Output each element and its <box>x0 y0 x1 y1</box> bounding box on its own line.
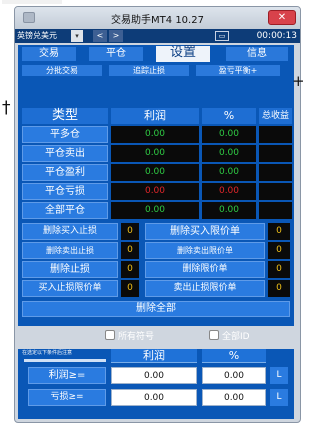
lower-header-percent: % <box>202 349 266 363</box>
close-losing-button[interactable]: 平仓亏损 <box>22 183 108 200</box>
symbol-select[interactable]: 英镑兑美元 <box>15 30 69 42</box>
loss-percent-input[interactable]: 0.00 <box>202 389 266 406</box>
buy-stop-limit-button[interactable]: 买入止损限价单 <box>22 280 118 297</box>
loss-l-button[interactable]: L <box>270 389 288 406</box>
tab-close[interactable]: 平仓 <box>89 47 143 61</box>
lower-header-profit: 利润 <box>111 349 197 363</box>
all-id-label: 全部ID <box>222 332 250 342</box>
delete-all-button[interactable]: 删除全部 <box>22 301 290 317</box>
profit-l-button[interactable]: L <box>270 367 288 384</box>
all-symbols-checkbox[interactable] <box>105 330 115 340</box>
close-profitable-total <box>259 164 292 181</box>
trading-assistant-window: 交易助手MT4 10.27 ✕ 英镑兑美元 ▾ < > ▭ 00:00:13 交… <box>14 6 301 423</box>
delete-buy-stop-button[interactable]: 删除买入止损 <box>22 223 118 240</box>
close-profitable-button[interactable]: 平仓盈利 <box>22 164 108 181</box>
delete-sell-limit-button[interactable]: 删除卖出限价单 <box>145 242 265 259</box>
subtab-trailing-stop[interactable]: 追踪止损 <box>109 65 189 76</box>
subtab-breakeven[interactable]: 盈亏平衡+ <box>196 65 280 76</box>
close-long-total <box>259 126 292 143</box>
folder-icon[interactable]: ▭ <box>215 31 229 41</box>
tab-settings[interactable]: 设置 <box>156 46 210 62</box>
prev-button[interactable]: < <box>93 30 107 42</box>
dagger-marker: † <box>2 98 11 118</box>
all-id-checkbox[interactable] <box>209 330 219 340</box>
close-losing-total <box>259 183 292 200</box>
sell-stop-limit-button[interactable]: 卖出止损限价单 <box>145 280 265 297</box>
close-sell-percent: 0.00 <box>202 145 256 162</box>
next-button[interactable]: > <box>109 30 123 42</box>
delete-sell-stop-button[interactable]: 删除卖出止损 <box>22 242 118 259</box>
chevron-down-icon[interactable]: ▾ <box>71 30 83 42</box>
subtab-batch-trade[interactable]: 分批交易 <box>22 65 102 76</box>
close-sell-button[interactable]: 平仓卖出 <box>22 145 108 162</box>
close-button[interactable]: ✕ <box>268 10 296 25</box>
close-all-percent: 0.00 <box>202 202 256 219</box>
delete-buy-limit-button[interactable]: 删除买入限价单 <box>145 223 265 240</box>
header-profit: 利润 <box>111 108 199 124</box>
delete-stop-button[interactable]: 删除止损 <box>22 261 118 278</box>
loss-threshold-input[interactable]: 0.00 <box>111 389 197 406</box>
profit-threshold-input[interactable]: 0.00 <box>111 367 197 384</box>
header-total: 总收益 <box>259 108 292 124</box>
window-title: 交易助手MT4 10.27 <box>111 15 204 26</box>
sell-stop-limit-count: 0 <box>268 280 290 297</box>
close-profitable-profit: 0.00 <box>111 164 199 181</box>
header-percent: % <box>202 108 256 124</box>
close-all-total <box>259 202 292 219</box>
symbol-bar: 英镑兑美元 ▾ < > ▭ 00:00:13 <box>15 29 300 43</box>
caption-progress-track <box>24 359 106 362</box>
close-profitable-percent: 0.00 <box>202 164 256 181</box>
profit-threshold-label[interactable]: 利润≥= <box>28 367 106 384</box>
crosshair-marker: + <box>292 72 305 90</box>
close-long-profit: 0.00 <box>111 126 199 143</box>
condition-panel: 在选定以下条件后注意 利润 % 利润≥= 0.00 0.00 L 亏损≥= 0.… <box>18 349 294 419</box>
close-all-profit: 0.00 <box>111 202 199 219</box>
stop-count: 0 <box>121 261 139 278</box>
close-sell-total <box>259 145 292 162</box>
delete-limit-button[interactable]: 删除限价单 <box>145 261 265 278</box>
profit-percent-input[interactable]: 0.00 <box>202 367 266 384</box>
title-bar[interactable]: 交易助手MT4 10.27 ✕ <box>15 7 300 29</box>
background-window-edge <box>2 0 62 4</box>
main-panel: 交易 平仓 设置 信息 分批交易 追踪止损 盈亏平衡+ 类型 利润 % 总收益 … <box>18 45 294 326</box>
close-long-percent: 0.00 <box>202 126 256 143</box>
close-losing-percent: 0.00 <box>202 183 256 200</box>
tab-info[interactable]: 信息 <box>226 47 288 61</box>
all-symbols-label: 所有符号 <box>118 332 155 342</box>
close-long-button[interactable]: 平多仓 <box>22 126 108 143</box>
close-losing-profit: 0.00 <box>111 183 199 200</box>
loss-threshold-label[interactable]: 亏损≥= <box>28 389 106 406</box>
sell-limit-count: 0 <box>268 242 290 259</box>
sell-stop-count: 0 <box>121 242 139 259</box>
timer: 00:00:13 <box>256 31 297 41</box>
header-type: 类型 <box>22 108 108 124</box>
buy-stop-count: 0 <box>121 223 139 240</box>
buy-limit-count: 0 <box>268 223 290 240</box>
limit-count: 0 <box>268 261 290 278</box>
tab-trade[interactable]: 交易 <box>22 47 76 61</box>
buy-stop-limit-count: 0 <box>121 280 139 297</box>
close-sell-profit: 0.00 <box>111 145 199 162</box>
close-all-button[interactable]: 全部平仓 <box>22 202 108 219</box>
